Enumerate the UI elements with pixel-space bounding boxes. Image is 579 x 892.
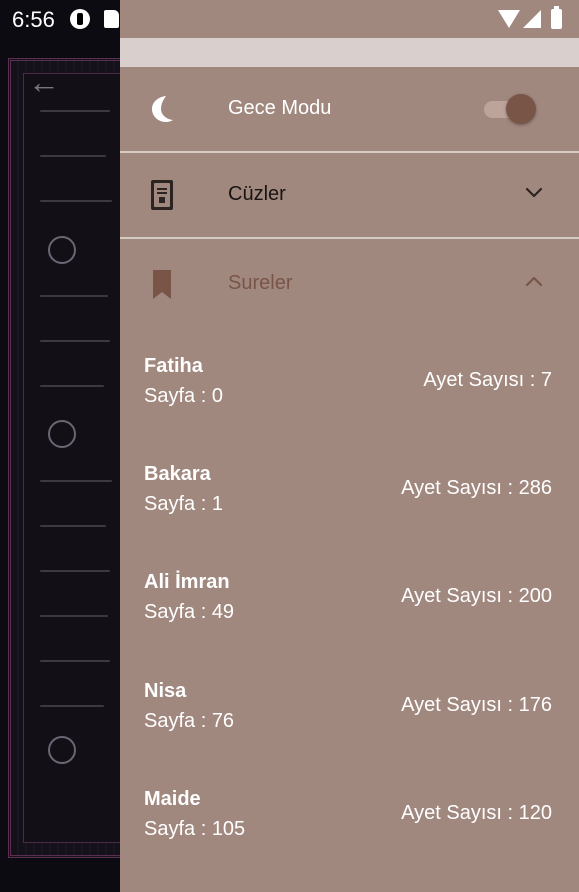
arabic-text-line [40, 340, 110, 342]
sure-page: Sayfa : 76 [144, 710, 235, 732]
back-arrow-icon[interactable]: ← [28, 66, 60, 98]
cell-signal-icon [523, 10, 541, 28]
bookmark-icon [153, 270, 171, 299]
arabic-text-line [40, 110, 110, 112]
chevron-up-icon[interactable] [525, 273, 543, 291]
sure-name: Nisa [144, 680, 187, 702]
arabic-text-line [40, 155, 106, 157]
sure-name: Fatiha [144, 355, 203, 377]
verse-marker-icon [48, 736, 76, 764]
sure-list-item[interactable]: Ali İmran Sayfa : 49 Ayet Sayısı : 200 [120, 571, 579, 679]
arabic-text-line [40, 570, 110, 572]
sure-ayet-count: Ayet Sayısı : 120 [401, 802, 552, 824]
night-mode-label: Gece Modu [228, 97, 332, 119]
sureler-row[interactable]: Sureler [120, 239, 579, 324]
sure-page: Sayfa : 105 [144, 818, 246, 840]
notification-icon [70, 9, 90, 29]
sureler-label: Sureler [228, 272, 293, 294]
status-time: 6:56 [12, 7, 55, 32]
night-mode-row[interactable]: Gece Modu [120, 67, 579, 152]
wifi-icon [498, 10, 520, 28]
arabic-text-line [40, 200, 112, 202]
arabic-text-line [40, 705, 104, 707]
cuzler-row[interactable]: Cüzler [120, 153, 579, 238]
sure-name: Ali İmran [144, 571, 230, 593]
verse-marker-icon [48, 236, 76, 264]
arabic-text-line [40, 615, 108, 617]
book-icon [151, 180, 173, 210]
drawer-header [120, 38, 579, 67]
cuzler-label: Cüzler [228, 183, 286, 205]
battery-icon [551, 6, 562, 29]
sure-list-item[interactable]: Fatiha Sayfa : 0 Ayet Sayısı : 7 [120, 355, 579, 463]
arabic-text-line [40, 385, 104, 387]
verse-marker-icon [48, 420, 76, 448]
arabic-text-line [40, 525, 106, 527]
arabic-text-line [40, 295, 108, 297]
sd-card-icon [104, 10, 119, 28]
sure-ayet-count: Ayet Sayısı : 7 [423, 369, 552, 391]
sure-name: Maide [144, 788, 201, 810]
toggle-thumb [506, 94, 536, 124]
sure-list-item[interactable]: Bakara Sayfa : 1 Ayet Sayısı : 286 [120, 463, 579, 571]
arabic-text-line [40, 480, 112, 482]
sure-list-item[interactable]: Maide Sayfa : 105 Ayet Sayısı : 120 [120, 788, 579, 892]
status-bar: 6:56 [0, 0, 579, 38]
chevron-down-icon[interactable] [525, 183, 543, 201]
night-mode-toggle[interactable] [484, 94, 536, 124]
moon-icon [152, 96, 173, 122]
sure-name: Bakara [144, 463, 211, 485]
sure-ayet-count: Ayet Sayısı : 200 [401, 585, 552, 607]
sure-ayet-count: Ayet Sayısı : 286 [401, 477, 552, 499]
sure-page: Sayfa : 1 [144, 493, 223, 515]
sure-page: Sayfa : 0 [144, 385, 223, 407]
arabic-text-line [40, 660, 110, 662]
navigation-drawer: Gece Modu Cüzler Sureler Fatiha Sayfa: … [120, 0, 579, 892]
sure-list-item[interactable]: Nisa Sayfa : 76 Ayet Sayısı : 176 [120, 680, 579, 788]
quran-page-background: ← [0, 0, 120, 892]
sure-ayet-count: Ayet Sayısı : 176 [401, 694, 552, 716]
sure-page: Sayfa : 49 [144, 601, 235, 623]
